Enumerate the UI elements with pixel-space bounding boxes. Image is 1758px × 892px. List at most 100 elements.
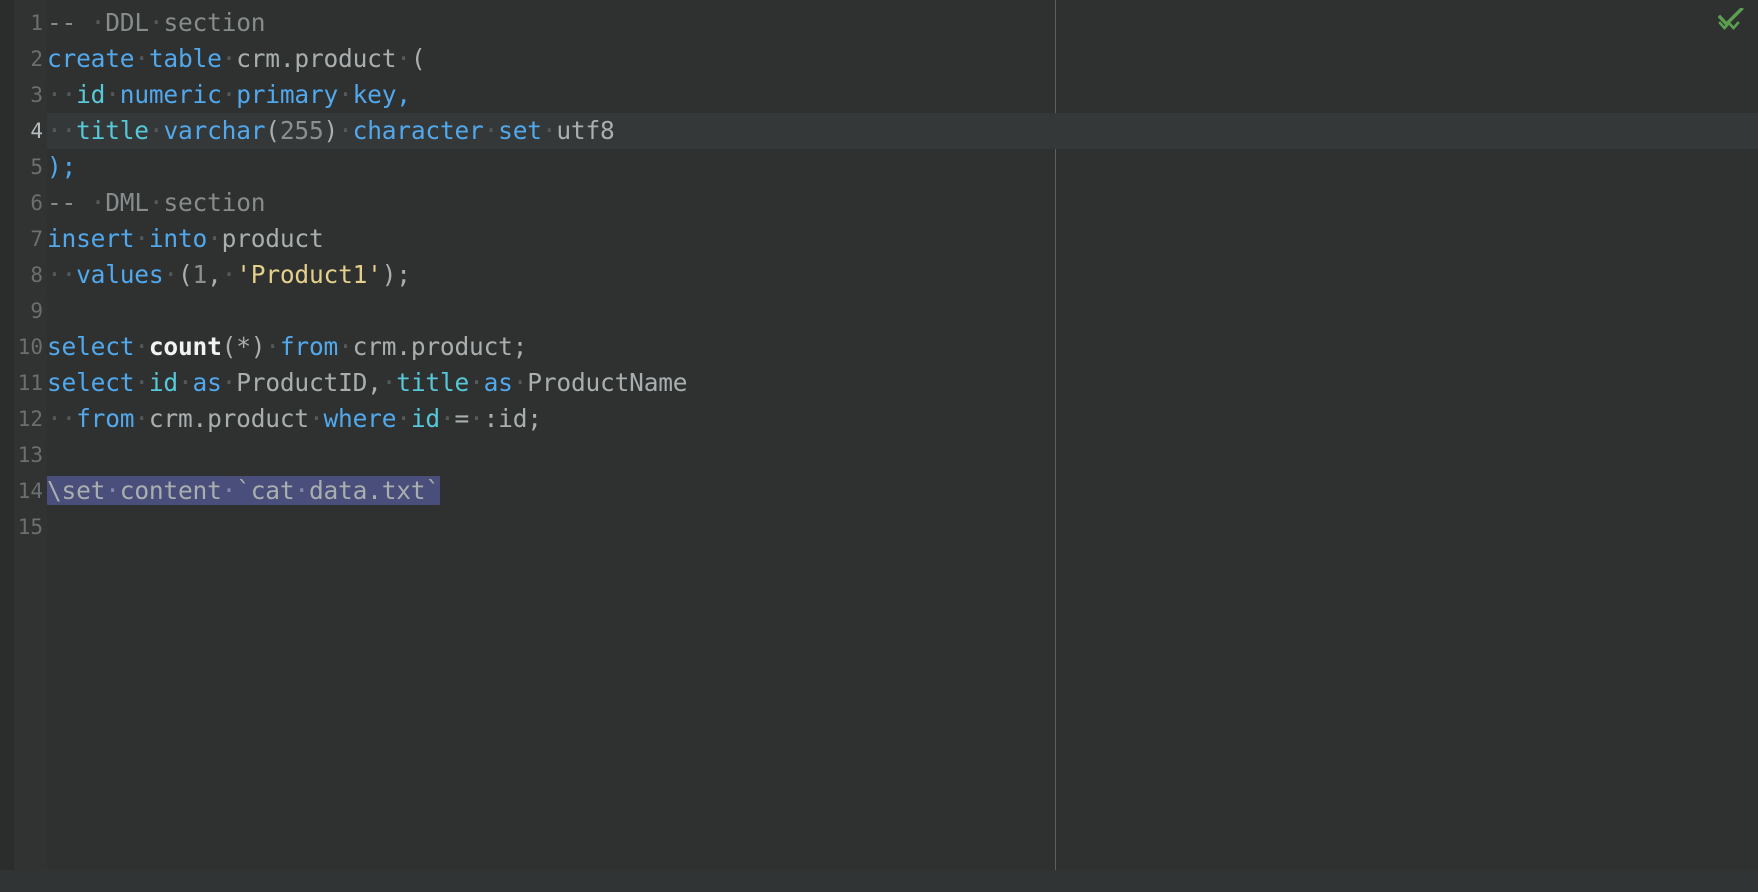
code-line-8[interactable]: ··values·(1,·'Product1');: [47, 257, 1758, 293]
line-text: ··values·(1,·'Product1');: [47, 260, 411, 289]
code-line-6[interactable]: -- ·DML·section: [47, 185, 1758, 221]
token-ident: crm.product: [236, 44, 397, 73]
token-ws: ·: [134, 404, 149, 433]
line-text: ··title·varchar(255)·character·set·utf8: [47, 116, 615, 145]
token-kw: from: [76, 404, 135, 433]
token-kw: table: [148, 44, 222, 73]
line-number-15[interactable]: 15: [14, 509, 47, 545]
token-ws: ·: [221, 260, 237, 289]
token-ws: ·: [163, 260, 178, 289]
token-cmt: section: [163, 8, 266, 37]
token-ws: ·: [396, 44, 411, 73]
line-number-12[interactable]: 12: [14, 401, 47, 437]
line-text: ··id·numeric·primary·key,: [47, 80, 411, 109]
token-kw: as: [192, 368, 222, 397]
token-col: id: [148, 368, 178, 397]
token-cmt: --: [47, 8, 91, 37]
token-ws: ·: [148, 116, 164, 145]
token-kw: character: [352, 116, 484, 145]
token-ws: ·: [439, 404, 455, 433]
token-ws: ·: [469, 368, 484, 397]
token-punc: );: [381, 260, 411, 289]
token-ws: ·: [221, 476, 237, 505]
token-ws: ·: [512, 368, 528, 397]
code-editor[interactable]: 1 2 3 4 5 6 7 8 9 10 11 12 13 14 15 -- ·DDL·section cre…: [0, 0, 1758, 892]
token-ws: ·: [105, 476, 120, 505]
token-ws: ··: [47, 116, 77, 145]
token-ident: ProductName: [527, 368, 688, 397]
token-ws: ·: [396, 404, 411, 433]
token-ws: ·: [134, 44, 149, 73]
line-number-2[interactable]: 2: [14, 41, 47, 77]
line-number-1[interactable]: 1: [14, 5, 47, 41]
token-ident: ProductID,: [236, 368, 382, 397]
token-ws: ··: [47, 260, 77, 289]
token-str: 'Product1': [236, 260, 382, 289]
code-line-3[interactable]: ··id·numeric·primary·key,: [47, 77, 1758, 113]
code-line-5[interactable]: );: [47, 149, 1758, 185]
code-line-2[interactable]: create·table·crm.product·(: [47, 41, 1758, 77]
line-number-13[interactable]: 13: [14, 437, 47, 473]
token-ws: ·: [134, 368, 149, 397]
code-line-11[interactable]: select·id·as·ProductID,·title·as·Product…: [47, 365, 1758, 401]
token-kw: primary: [236, 80, 339, 109]
token-col: title: [396, 368, 470, 397]
token-fn: count: [148, 332, 222, 361]
line-number-7[interactable]: 7: [14, 221, 47, 257]
token-ws: ··: [47, 80, 77, 109]
editor-gutter[interactable]: 1 2 3 4 5 6 7 8 9 10 11 12 13 14 15: [14, 0, 47, 870]
token-kw: select: [47, 368, 135, 397]
editor-left-strip: [0, 0, 14, 892]
token-col: id: [76, 80, 106, 109]
token-ws: ·: [105, 80, 120, 109]
token-ident: `cat: [236, 476, 295, 505]
token-ident: content: [119, 476, 222, 505]
token-ident: crm.product: [148, 404, 309, 433]
line-text: insert·into·product: [47, 224, 324, 253]
token-cmt: DDL: [105, 8, 149, 37]
code-line-1[interactable]: -- ·DDL·section: [47, 5, 1758, 41]
line-number-6[interactable]: 6: [14, 185, 47, 221]
line-number-11[interactable]: 11: [14, 365, 47, 401]
token-cmt: --: [47, 188, 91, 217]
code-line-12[interactable]: ··from·crm.product·where·id·=·:id;: [47, 401, 1758, 437]
token-kw: key: [352, 80, 397, 109]
token-ws: ·: [148, 8, 164, 37]
token-ws: ··: [47, 404, 77, 433]
line-number-8[interactable]: 8: [14, 257, 47, 293]
token-ws: ·: [265, 332, 280, 361]
line-number-4[interactable]: 4: [14, 113, 47, 149]
code-line-9[interactable]: [47, 293, 1758, 329]
token-col: id: [410, 404, 440, 433]
token-ws: ·: [134, 332, 149, 361]
token-ident: :id;: [483, 404, 542, 433]
inspection-status-widget[interactable]: [1714, 4, 1748, 34]
code-line-4[interactable]: ··title·varchar(255)·character·set·utf8: [47, 113, 1758, 149]
line-number-9[interactable]: 9: [14, 293, 47, 329]
code-line-15[interactable]: [47, 509, 1758, 545]
token-ident: product: [221, 224, 324, 253]
token-kw: into: [148, 224, 208, 253]
token-kw: from: [279, 332, 339, 361]
line-number-14[interactable]: 14: [14, 473, 47, 509]
editor-bottom-strip: [0, 870, 1758, 892]
editor-code-area[interactable]: -- ·DDL·section create·table·crm.product·…: [47, 0, 1758, 870]
token-kw: create: [47, 44, 135, 73]
token-punc: (: [410, 44, 426, 73]
line-text: -- ·DML·section: [47, 188, 265, 217]
line-text: select·count(*)·from·crm.product;: [47, 332, 527, 361]
line-number-3[interactable]: 3: [14, 77, 47, 113]
code-line-13[interactable]: [47, 437, 1758, 473]
line-text: create·table·crm.product·(: [47, 44, 426, 73]
line-number-10[interactable]: 10: [14, 329, 47, 365]
token-ws: ·: [90, 8, 106, 37]
code-line-7[interactable]: insert·into·product: [47, 221, 1758, 257]
token-ws: ·: [541, 116, 557, 145]
line-number-5[interactable]: 5: [14, 149, 47, 185]
token-ws: ·: [221, 368, 237, 397]
token-kw: ,: [396, 80, 411, 109]
code-line-10[interactable]: select·count(*)·from·crm.product;: [47, 329, 1758, 365]
token-ws: ·: [221, 80, 237, 109]
token-kw: as: [483, 368, 513, 397]
code-line-14[interactable]: \set·content·`cat·data.txt`: [47, 473, 1758, 509]
